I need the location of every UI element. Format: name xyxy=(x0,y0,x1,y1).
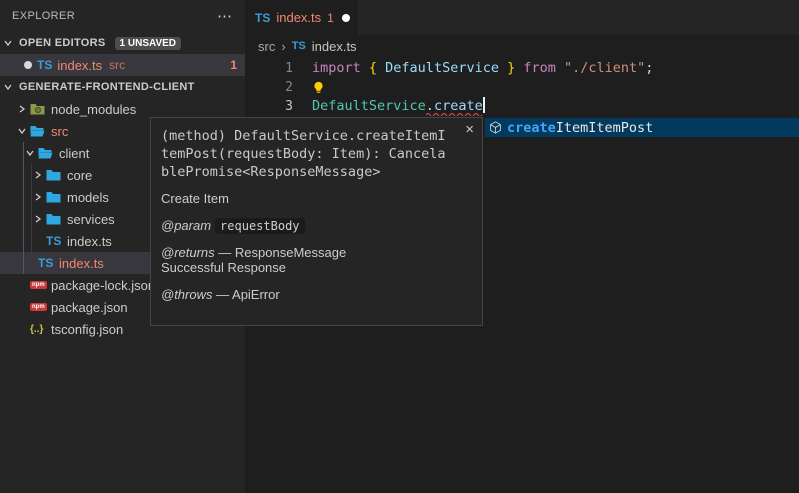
suggestion-item-selected[interactable]: createItemItemPost xyxy=(485,118,799,137)
close-icon[interactable]: × xyxy=(465,123,474,137)
typescript-icon: TS xyxy=(292,40,306,52)
explorer-title: EXPLORER xyxy=(12,10,75,22)
json-braces-icon: {..} xyxy=(30,324,47,335)
code-line-content: import { DefaultService } from "./client… xyxy=(312,59,653,78)
chevron-right-icon xyxy=(34,171,46,179)
param-name-chip: requestBody xyxy=(215,218,304,234)
line-number: 1 xyxy=(245,59,293,78)
line-number: 2 xyxy=(245,78,293,97)
modified-dot-icon xyxy=(24,61,32,69)
hover-docs-popup: × (method) DefaultService.createItemI te… xyxy=(150,117,483,326)
folder-icon xyxy=(46,169,63,181)
typescript-icon: TS xyxy=(255,11,270,25)
tab-bar: TS index.ts 1 xyxy=(245,0,799,35)
chevron-down-icon xyxy=(4,39,16,47)
open-editor-folder: src xyxy=(109,58,125,72)
open-editor-filename: index.ts xyxy=(57,58,102,73)
text-cursor xyxy=(483,97,485,113)
breadcrumb-separator-icon: › xyxy=(281,39,285,54)
folder-icon xyxy=(46,191,63,203)
typescript-icon: TS xyxy=(38,256,55,270)
node-modules-folder-icon xyxy=(30,103,47,115)
error-squiggle xyxy=(426,112,484,116)
folder-open-icon xyxy=(38,147,55,159)
chevron-right-icon xyxy=(34,193,46,201)
unsaved-badge: 1 UNSAVED xyxy=(115,37,182,50)
typescript-icon: TS xyxy=(46,234,63,248)
error-count-badge: 1 xyxy=(230,58,237,72)
section-label: OPEN EDITORS xyxy=(19,37,106,49)
npm-icon: npm xyxy=(30,303,47,312)
doc-param-line: @param requestBody xyxy=(161,218,472,233)
returns-tag: @returns xyxy=(161,245,215,260)
doc-summary: Create Item xyxy=(161,191,472,206)
tab-index-ts[interactable]: TS index.ts 1 xyxy=(245,0,358,35)
more-actions-icon[interactable]: ⋯ xyxy=(217,7,233,25)
code-line-1: 1 import { DefaultService } from "./clie… xyxy=(245,59,799,78)
vscode-window: EXPLORER ⋯ OPEN EDITORS 1 UNSAVED TS ind… xyxy=(0,0,799,493)
folder-icon xyxy=(46,213,63,225)
npm-icon: npm xyxy=(30,281,47,290)
breadcrumb-folder[interactable]: src xyxy=(258,39,275,54)
breadcrumb: src › TS index.ts xyxy=(245,35,799,57)
explorer-header: EXPLORER ⋯ xyxy=(0,0,245,32)
doc-throws-line: @throws — ApiError xyxy=(161,287,472,302)
line-number: 3 xyxy=(245,97,293,116)
suggestion-label: createItemItemPost xyxy=(507,120,653,136)
method-cube-icon xyxy=(489,121,502,134)
folder-open-icon xyxy=(30,125,47,137)
doc-returns-line: @returns — ResponseMessage Successful Re… xyxy=(161,245,411,275)
tab-filename: index.ts xyxy=(276,10,321,25)
lightbulb-icon[interactable] xyxy=(312,81,325,94)
open-editor-item[interactable]: TS index.ts src 1 xyxy=(0,54,245,76)
chevron-right-icon xyxy=(18,105,30,113)
chevron-down-icon xyxy=(18,127,30,135)
throws-text: — ApiError xyxy=(216,287,280,302)
method-signature: (method) DefaultService.createItemI temP… xyxy=(161,127,472,181)
param-tag: @param xyxy=(161,218,211,233)
code-line-3: 3 DefaultService.create xyxy=(245,97,799,116)
breadcrumb-file[interactable]: index.ts xyxy=(312,39,357,54)
section-open-editors[interactable]: OPEN EDITORS 1 UNSAVED xyxy=(0,32,245,54)
chevron-down-icon xyxy=(4,83,16,91)
chevron-down-icon xyxy=(26,149,38,157)
tab-error-count: 1 xyxy=(327,11,334,25)
chevron-right-icon xyxy=(34,215,46,223)
modified-dot-icon[interactable] xyxy=(342,14,350,22)
typescript-icon: TS xyxy=(37,58,52,72)
workspace-label: GENERATE-FRONTEND-CLIENT xyxy=(19,81,195,93)
section-workspace[interactable]: GENERATE-FRONTEND-CLIENT xyxy=(0,76,245,98)
code-area[interactable]: 1 import { DefaultService } from "./clie… xyxy=(245,57,799,116)
code-line-2: 2 xyxy=(245,78,799,97)
code-line-content xyxy=(312,78,325,97)
throws-tag: @throws xyxy=(161,287,213,302)
